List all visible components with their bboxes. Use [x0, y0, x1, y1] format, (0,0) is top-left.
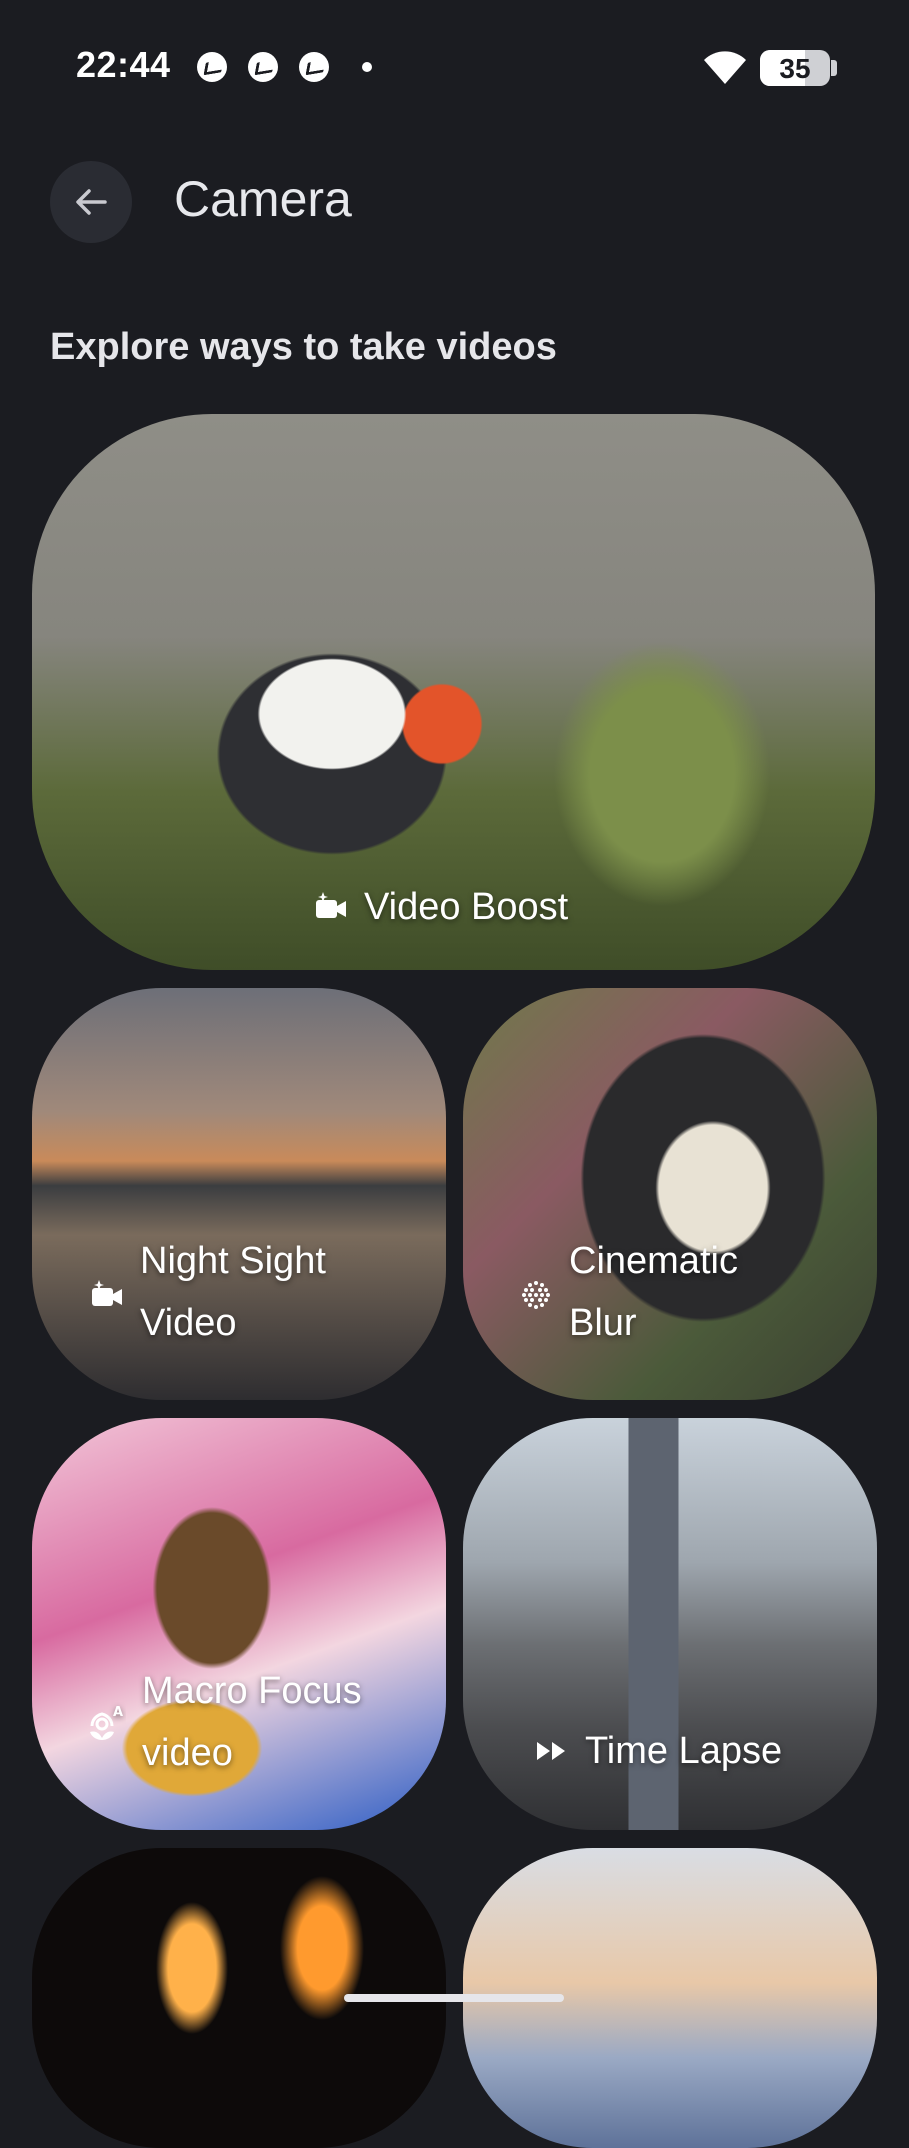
home-indicator[interactable] [344, 1994, 564, 2002]
night-sight-line2: Video [140, 1302, 237, 1344]
time-lapse-card[interactable]: Time Lapse [463, 1418, 877, 1830]
svg-text:A: A [113, 1705, 123, 1720]
battery-tip [831, 60, 837, 76]
fast-forward-icon [537, 1742, 565, 1760]
section-title: Explore ways to take videos [50, 326, 557, 368]
cinematic-blur-line1: Cinematic [569, 1240, 738, 1282]
wifi-icon [704, 51, 746, 84]
video-boost-card[interactable]: Video Boost [32, 414, 875, 970]
flower-auto-icon: A [90, 1705, 123, 1740]
dotted-circle-icon [522, 1281, 550, 1309]
video-camera-sparkle-icon [316, 892, 346, 918]
arrow-left-icon [76, 189, 107, 215]
messenger-icon [299, 52, 329, 82]
cinematic-blur-line2: Blur [569, 1302, 637, 1344]
status-bar: 22:44 35 [0, 0, 909, 130]
macro-focus-video-card[interactable]: A Macro Focus video [32, 1418, 446, 1830]
time-lapse-label: Time Lapse [535, 1720, 782, 1782]
messenger-icon [197, 52, 227, 82]
cinematic-blur-label: Cinematic Blur [519, 1230, 738, 1354]
messenger-icon [248, 52, 278, 82]
back-button[interactable] [50, 161, 132, 243]
cinematic-blur-card[interactable]: Cinematic Blur [463, 988, 877, 1400]
macro-focus-line1: Macro Focus [142, 1670, 362, 1712]
macro-focus-line2: video [142, 1732, 233, 1774]
status-time: 22:44 [76, 44, 171, 85]
page-title: Camera [174, 171, 352, 227]
video-camera-sparkle-icon [92, 1280, 122, 1306]
video-boost-title: Video Boost [364, 886, 569, 928]
battery-level: 35 [779, 53, 811, 84]
time-lapse-title: Time Lapse [585, 1730, 783, 1772]
night-sight-line1: Night Sight [140, 1240, 326, 1282]
night-sight-label: Night Sight Video [90, 1230, 326, 1354]
night-sight-video-card[interactable]: Night Sight Video [32, 988, 446, 1400]
more-notifications-dot-icon [362, 62, 372, 72]
macro-focus-label: A Macro Focus video [86, 1660, 362, 1784]
video-boost-label: Video Boost [314, 876, 568, 938]
battery-icon: 35 [760, 50, 830, 86]
